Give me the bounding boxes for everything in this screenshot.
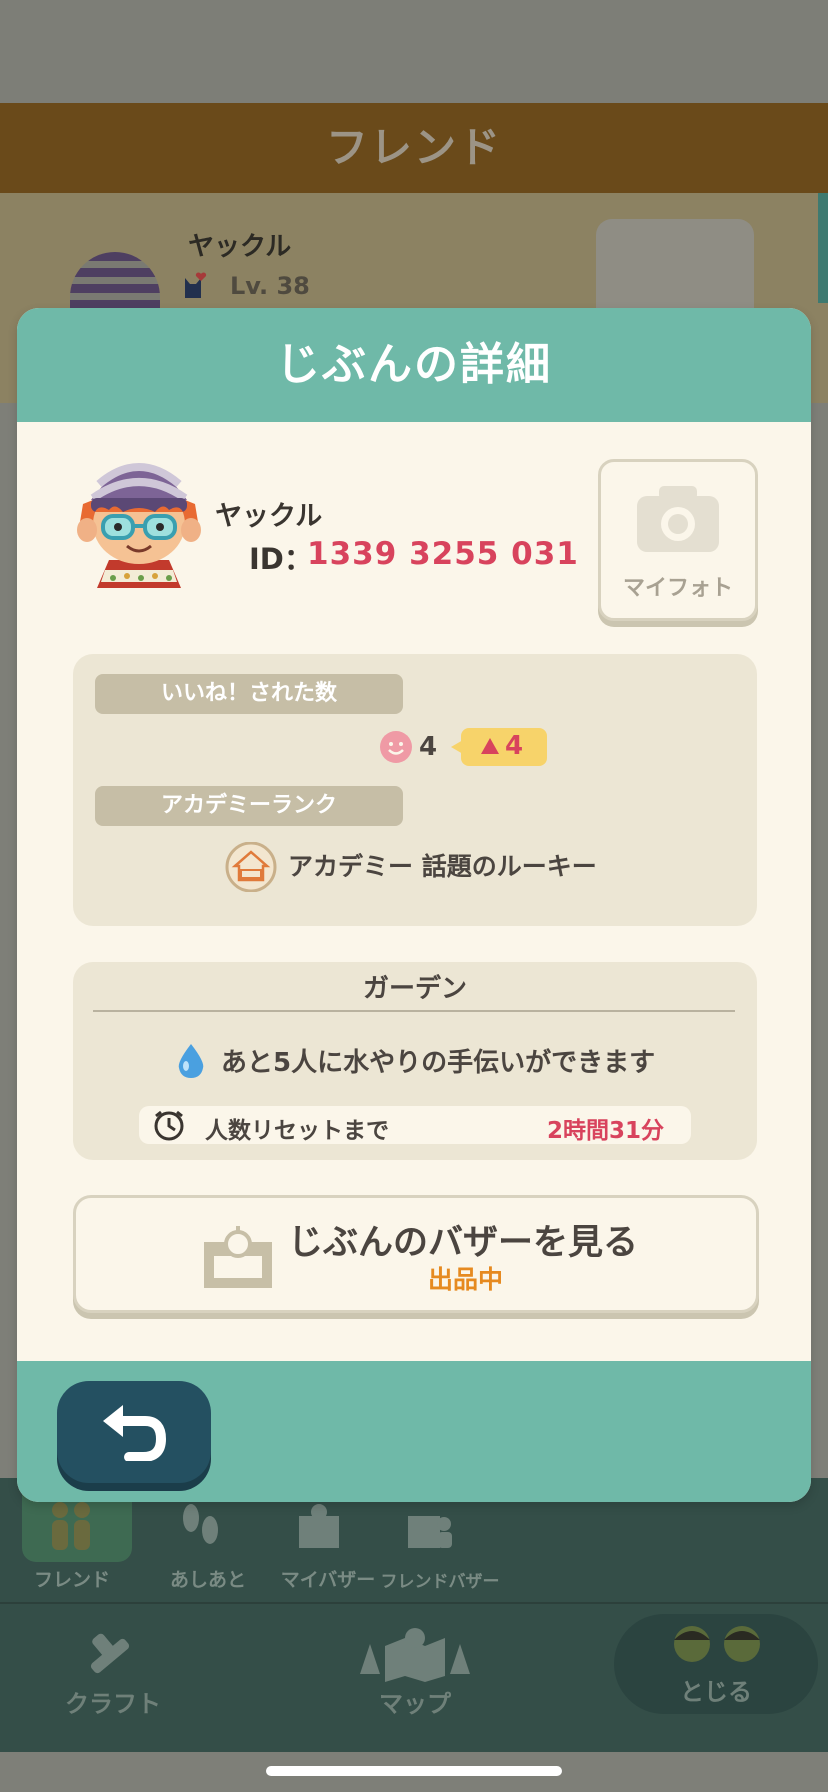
player-id-label: ID： (249, 542, 313, 576)
nav-craft[interactable]: クラフト (52, 1622, 172, 1742)
nav-map[interactable]: マップ (340, 1622, 490, 1742)
status-area (0, 0, 828, 103)
villagers-icon (674, 1626, 760, 1662)
player-name: ヤックル (215, 501, 323, 532)
tab-label: あしあと (169, 1569, 246, 1591)
player-id-value: 1339 3255 031 (307, 536, 579, 572)
friend-bazaar-icon (408, 1516, 452, 1548)
academy-rank-icon (225, 842, 277, 892)
stats-panel: いいね！された数 4 4 アカデミーランク アカデミー 話題のルーキー (73, 654, 757, 926)
reset-label: 人数リセットまで (205, 1118, 389, 1144)
reset-timer-row: 人数リセットまで 2時間31分 (139, 1106, 691, 1144)
back-arrow-icon (103, 1405, 167, 1461)
friend-name: ヤックル (188, 232, 292, 262)
timer-icon (154, 1110, 184, 1141)
modal-title: じぶんの詳細 (276, 339, 552, 390)
view-my-bazaar-button[interactable]: じぶんのバザーを見る 出品中 (73, 1195, 759, 1313)
craft-hammer-icon (90, 1633, 130, 1674)
tab-label: フレンド (33, 1569, 110, 1591)
up-arrow-icon (481, 738, 499, 754)
nav-label: クラフト (65, 1690, 161, 1718)
nav-close[interactable]: とじる (614, 1614, 818, 1714)
tab-label: マイバザー (280, 1569, 376, 1591)
likes-count: 4 (419, 732, 438, 762)
profile-detail-modal: じぶんの詳細 ヤックル ID： 1339 3255 031 マイフォト いいね！… (17, 308, 811, 1502)
academy-heading: アカデミーランク (95, 786, 403, 826)
map-icon (360, 1628, 470, 1682)
badge-pointer (451, 740, 463, 754)
friends-icon (52, 1502, 90, 1550)
garden-panel: ガーデン あと5人に水やりの手伝いができます 人数リセットまで 2時間31分 (73, 962, 757, 1160)
friend-level: Lv. 38 (230, 272, 310, 300)
likes-increase-badge: 4 (451, 728, 547, 766)
bazaar-box-icon (299, 1504, 339, 1548)
divider (93, 1010, 735, 1012)
garden-title: ガーデン (362, 974, 467, 1004)
my-photo-label: マイフォト (622, 576, 733, 601)
side-indicator (818, 193, 828, 303)
likes-increase-value: 4 (505, 731, 524, 761)
player-avatar (77, 463, 201, 588)
main-nav: クラフト マップ とじる (0, 1602, 828, 1752)
bazaar-button-label: じぶんのバザーを見る (288, 1223, 639, 1263)
home-indicator[interactable] (266, 1766, 562, 1776)
bazaar-status: 出品中 (428, 1265, 504, 1294)
page-title: フレンド (0, 103, 828, 193)
nav-label: マップ (379, 1690, 451, 1718)
nav-label: とじる (680, 1678, 752, 1706)
academy-rank-value: アカデミー 話題のルーキー (288, 852, 597, 881)
smile-face-icon (380, 731, 412, 763)
cat-heart-icon (185, 272, 207, 298)
watering-help-text: あと5人に水やりの手伝いができます (221, 1048, 656, 1078)
bazaar-box-icon (204, 1226, 272, 1288)
back-button[interactable] (57, 1381, 211, 1483)
tab-label: フレンドバザー (380, 1572, 500, 1592)
camera-icon (637, 486, 719, 552)
water-drop-icon (178, 1044, 204, 1078)
likes-heading: いいね！された数 (95, 674, 403, 714)
my-photo-button[interactable]: マイフォト (598, 459, 758, 621)
footprints-icon (183, 1504, 218, 1544)
reset-time: 2時間31分 (547, 1118, 665, 1144)
